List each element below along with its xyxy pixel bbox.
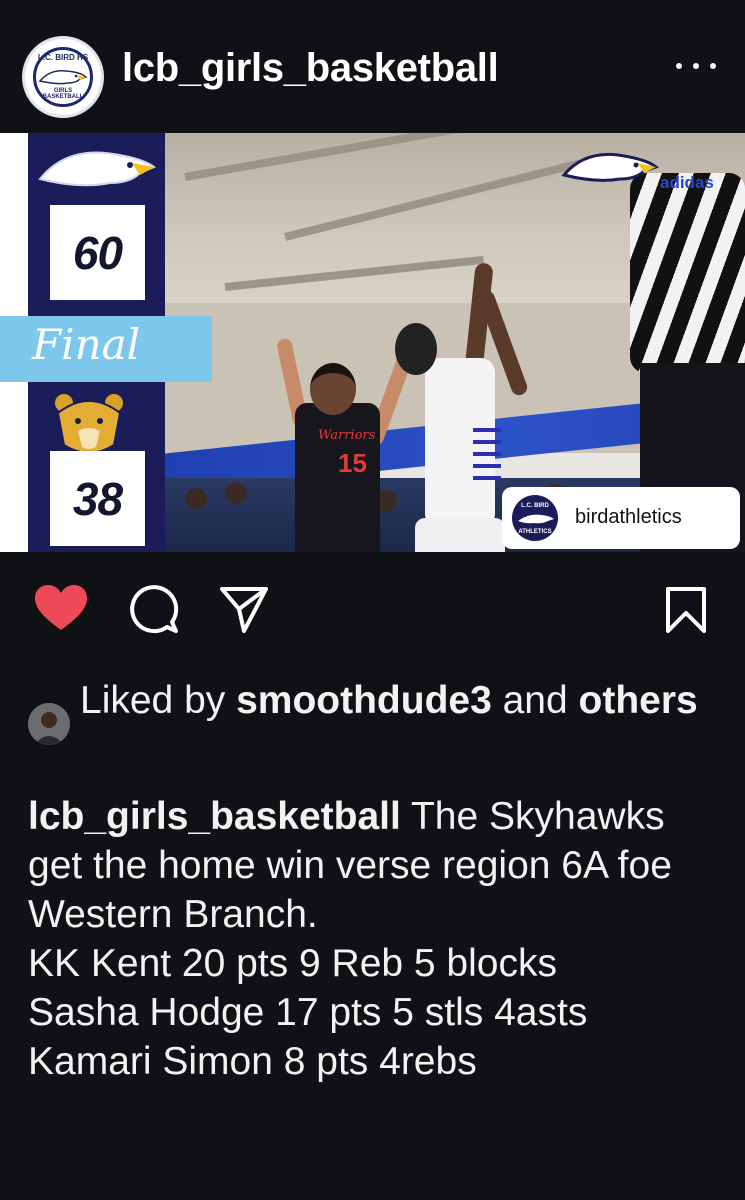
away-player: Warriors 15 <box>275 337 419 552</box>
brand-logo-text: adidas <box>660 173 714 192</box>
post-username[interactable]: lcb_girls_basketball <box>122 46 499 91</box>
ceiling-beam <box>224 255 484 291</box>
tag-logo-top: L.C. BIRD <box>521 503 549 509</box>
share-icon[interactable] <box>218 583 270 635</box>
heart-icon[interactable] <box>33 583 89 633</box>
profile-avatar[interactable]: L.C. BIRD HS GIRLS BASKETBALL <box>22 36 104 118</box>
away-score: 38 <box>72 472 123 525</box>
jersey-stripe <box>473 476 501 480</box>
bookmark-icon[interactable] <box>664 585 708 635</box>
person-icon <box>28 703 70 745</box>
ceiling-beam <box>184 133 482 181</box>
away-jersey-number: 15 <box>338 448 367 478</box>
final-banner: Final <box>0 316 212 382</box>
player-head <box>310 363 356 415</box>
caption-author[interactable]: lcb_girls_basketball <box>28 795 401 838</box>
avatar-text-top: L.C. BIRD HS <box>37 53 89 62</box>
more-options-icon[interactable] <box>676 60 716 72</box>
caption-stat-line: Kamari Simon 8 pts 4rebs <box>28 1040 477 1083</box>
post-image[interactable]: Warriors 15 adidas 60 Final 38 L.C. BIRD… <box>0 133 745 552</box>
jersey-stripe <box>473 452 501 456</box>
spectator <box>225 482 247 504</box>
spectator <box>185 488 207 510</box>
home-shorts <box>415 518 505 552</box>
eagle-logo-icon <box>561 152 660 182</box>
jersey-stripe <box>473 440 501 444</box>
likes-middle: and <box>491 679 579 722</box>
avatar-ring: L.C. BIRD HS GIRLS BASKETBALL <box>33 47 93 107</box>
more-dot <box>710 63 716 69</box>
ceiling-beam <box>284 155 597 241</box>
away-score-box: 38 <box>50 451 145 546</box>
tagged-username: birdathletics <box>575 506 682 528</box>
likes-prefix: Liked by <box>80 679 237 722</box>
away-team-bear-icon <box>53 392 125 454</box>
referee-shirt <box>630 173 745 373</box>
jersey-stripe <box>473 428 501 432</box>
likes-others[interactable]: others <box>579 679 698 722</box>
home-player <box>395 262 530 552</box>
home-score-box: 60 <box>50 205 145 300</box>
eagle-logo-icon <box>518 514 554 524</box>
tag-logo-bottom: ATHLETICS <box>518 529 552 535</box>
tag-logo-icon: L.C. BIRD ATHLETICS <box>512 495 558 541</box>
scoreboard-panel: 60 Final 38 <box>0 133 212 552</box>
home-team-eagle-icon <box>38 151 157 187</box>
more-dot <box>693 63 699 69</box>
post-caption: lcb_girls_basketball The Skyhawks get th… <box>28 792 728 1086</box>
likes-summary[interactable]: Liked by smoothdude3 and others <box>80 676 720 725</box>
player-head <box>395 323 437 375</box>
caption-stat-line: KK Kent 20 pts 9 Reb 5 blocks <box>28 942 557 985</box>
comment-icon[interactable] <box>128 583 180 635</box>
caption-stat-line: Sasha Hodge 17 pts 5 stls 4asts <box>28 991 588 1034</box>
liker-avatar[interactable] <box>28 703 70 745</box>
home-jersey <box>425 358 501 528</box>
game-status-label: Final <box>32 320 141 369</box>
more-dot <box>676 63 682 69</box>
home-score: 60 <box>72 226 123 279</box>
user-tag-chip[interactable]: L.C. BIRD ATHLETICS birdathletics <box>502 487 740 549</box>
away-jersey-name: Warriors <box>318 428 376 443</box>
post-header: L.C. BIRD HS GIRLS BASKETBALL lcb_girls_… <box>0 0 745 133</box>
likes-username[interactable]: smoothdude3 <box>236 679 492 722</box>
avatar-text-bottom: GIRLS BASKETBALL <box>42 88 84 100</box>
jersey-stripe <box>473 464 501 468</box>
action-bar <box>0 552 745 662</box>
